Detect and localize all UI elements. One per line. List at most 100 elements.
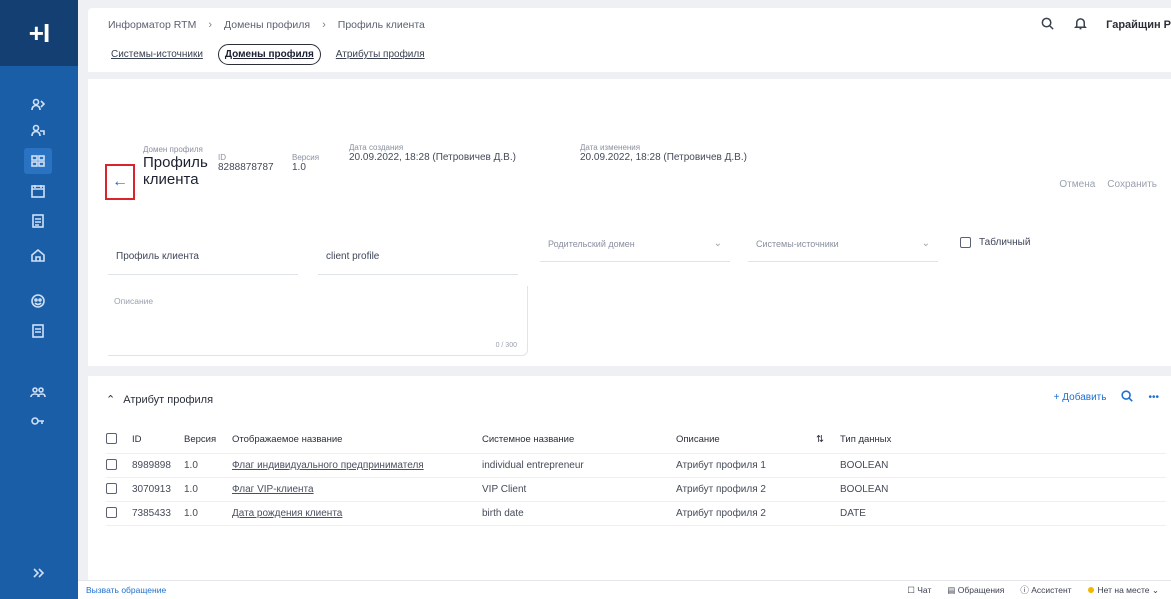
domain-title-block: Домен профиля Профиль клиента <box>143 145 223 188</box>
cell-description: Атрибут профиля 2 <box>676 508 766 519</box>
col-display-name[interactable]: Отображаемое название <box>232 434 482 445</box>
back-button[interactable]: ← <box>105 164 135 200</box>
chevron-up-icon[interactable]: ⌃ <box>106 393 115 406</box>
description-field[interactable]: Описание 0 / 300 <box>108 286 528 356</box>
col-id[interactable]: ID <box>132 434 184 445</box>
team-icon[interactable] <box>24 380 52 406</box>
created-value: 20.09.2022, 18:28 (Петровичев Д.В.) <box>349 152 516 163</box>
cell-id: 3070913 <box>132 484 171 495</box>
table-header: ID Версия Отображаемое название Системно… <box>106 426 1166 454</box>
chevron-down-icon: ⌄ <box>921 238 930 249</box>
add-label: Добавить <box>1062 392 1107 403</box>
footer-bar: Вызвать обращение ☐ Чат ▤ Обращения ⓘ Ас… <box>78 580 1171 599</box>
users-icon[interactable] <box>24 92 52 118</box>
domain-label: Домен профиля <box>143 145 203 154</box>
domains-icon[interactable] <box>24 148 52 174</box>
breadcrumb-item-current: Профиль клиента <box>337 19 425 31</box>
tabular-label: Табличный <box>979 237 1031 248</box>
attributes-title: Атрибут профиля <box>123 393 214 406</box>
chat-label: Чат <box>917 584 932 595</box>
table-row[interactable]: 8989898 1.0 Флаг индивидуального предпри… <box>106 454 1166 478</box>
tab-profile-domains[interactable]: Домены профиля <box>217 44 321 65</box>
user-name[interactable]: Гарайщин Р <box>1106 19 1171 31</box>
cell-description: Атрибут профиля 1 <box>676 460 766 471</box>
tab-profile-attributes[interactable]: Атрибуты профиля <box>329 44 432 65</box>
breadcrumb: Информатор RTM › Домены профиля › Профил… <box>88 8 1171 42</box>
source-system-select[interactable]: Системы-источники ⌄ <box>748 226 938 262</box>
bell-icon[interactable] <box>1073 16 1088 34</box>
cell-version: 1.0 <box>184 508 198 519</box>
modified-value: 20.09.2022, 18:28 (Петровичев Д.В.) <box>580 152 747 163</box>
user-group-icon[interactable] <box>24 118 52 144</box>
create-request-link[interactable]: Вызвать обращение <box>86 585 166 595</box>
checkbox[interactable] <box>960 237 971 248</box>
id-value: 8288878787 <box>218 162 274 173</box>
cell-system-name: VIP Client <box>482 484 527 495</box>
chat-icon: ☐ <box>907 584 918 595</box>
sort-icon[interactable]: ⇅ <box>816 434 840 445</box>
cell-system-name: birth date <box>482 508 524 519</box>
row-checkbox[interactable] <box>106 458 117 470</box>
assistant-button[interactable]: ⓘ Ассистент <box>1020 584 1071 596</box>
search-icon[interactable] <box>1040 16 1055 34</box>
save-button[interactable]: Сохранить <box>1107 179 1157 190</box>
cancel-button[interactable]: Отмена <box>1059 179 1095 190</box>
plus-icon: + <box>1053 392 1063 403</box>
more-icon[interactable]: ••• <box>1148 392 1159 403</box>
select-all-checkbox[interactable] <box>106 432 117 444</box>
created-block: Дата создания 20.09.2022, 18:28 (Петрови… <box>349 143 519 163</box>
col-data-type[interactable]: Тип данных <box>840 434 960 445</box>
parent-domain-select[interactable]: Родительский домен ⌄ <box>540 226 730 262</box>
assistant-label: Ассистент <box>1031 585 1072 595</box>
source-system-placeholder: Системы-источники <box>756 238 839 249</box>
row-checkbox[interactable] <box>106 506 117 518</box>
document-icon[interactable] <box>24 208 52 234</box>
cell-system-name: individual entrepreneur <box>482 460 584 471</box>
col-description[interactable]: Описание <box>676 434 816 445</box>
list-icon: ▤ <box>947 584 958 595</box>
description-label: Описание <box>114 296 154 306</box>
tab-source-systems[interactable]: Системы-источники <box>104 44 210 65</box>
modified-block: Дата изменения 20.09.2022, 18:28 (Петров… <box>580 143 750 163</box>
modified-label: Дата изменения <box>580 143 641 152</box>
row-checkbox[interactable] <box>106 482 117 494</box>
cell-description: Атрибут профиля 2 <box>676 484 766 495</box>
id-block: ID 8288878787 <box>218 153 274 173</box>
header-buttons: Отмена Сохранить <box>1059 179 1157 190</box>
add-attribute-button[interactable]: + Добавить <box>1054 392 1107 403</box>
arrow-left-icon: ← <box>112 173 128 190</box>
id-label: ID <box>218 153 226 162</box>
cell-display-name[interactable]: Флаг VIP-клиента <box>232 484 482 495</box>
app-page: +I Информатор RTM › Домены профиля › Про… <box>0 0 1171 599</box>
app-logo[interactable]: +I <box>0 0 78 66</box>
cell-id: 7385433 <box>132 508 171 519</box>
col-version[interactable]: Версия <box>184 434 232 445</box>
collapse-icon[interactable] <box>24 560 52 586</box>
breadcrumb-item-root[interactable]: Информатор RTM <box>108 19 196 31</box>
search-icon[interactable] <box>1120 389 1134 406</box>
cell-display-name[interactable]: Флаг индивидуального предпринимателя <box>232 460 482 471</box>
status-select[interactable]: Нет на месте ⌄ <box>1087 585 1159 596</box>
sidebar: +I <box>0 0 78 599</box>
calendar-icon[interactable] <box>24 178 52 204</box>
chevron-right-icon: › <box>208 19 213 31</box>
table-row[interactable]: 3070913 1.0 Флаг VIP-клиента VIP Client … <box>106 478 1166 502</box>
key-icon[interactable] <box>24 408 52 434</box>
home-icon[interactable] <box>24 242 52 268</box>
list-icon[interactable] <box>24 318 52 344</box>
breadcrumb-item-domains[interactable]: Домены профиля <box>224 19 310 31</box>
version-value: 1.0 <box>292 162 306 173</box>
table-row[interactable]: 7385433 1.0 Дата рождения клиента birth … <box>106 502 1166 526</box>
col-system-name[interactable]: Системное название <box>482 434 676 445</box>
cell-display-name[interactable]: Дата рождения клиента <box>232 508 482 519</box>
requests-button[interactable]: ▤ Обращения <box>947 585 1004 596</box>
name-field[interactable]: Профиль клиента <box>108 239 298 275</box>
bot-icon[interactable] <box>24 288 52 314</box>
system-name-field[interactable]: client profile <box>318 239 518 275</box>
chevron-right-icon: › <box>322 19 326 31</box>
attributes-header[interactable]: ⌃ Атрибут профиля <box>106 393 214 407</box>
tabular-checkbox[interactable]: Табличный <box>960 237 1030 248</box>
chat-button[interactable]: ☐ Чат <box>907 585 931 596</box>
footer-actions: ☐ Чат ▤ Обращения ⓘ Ассистент Нет на мес… <box>907 584 1159 596</box>
version-block: Версия 1.0 <box>292 153 319 173</box>
